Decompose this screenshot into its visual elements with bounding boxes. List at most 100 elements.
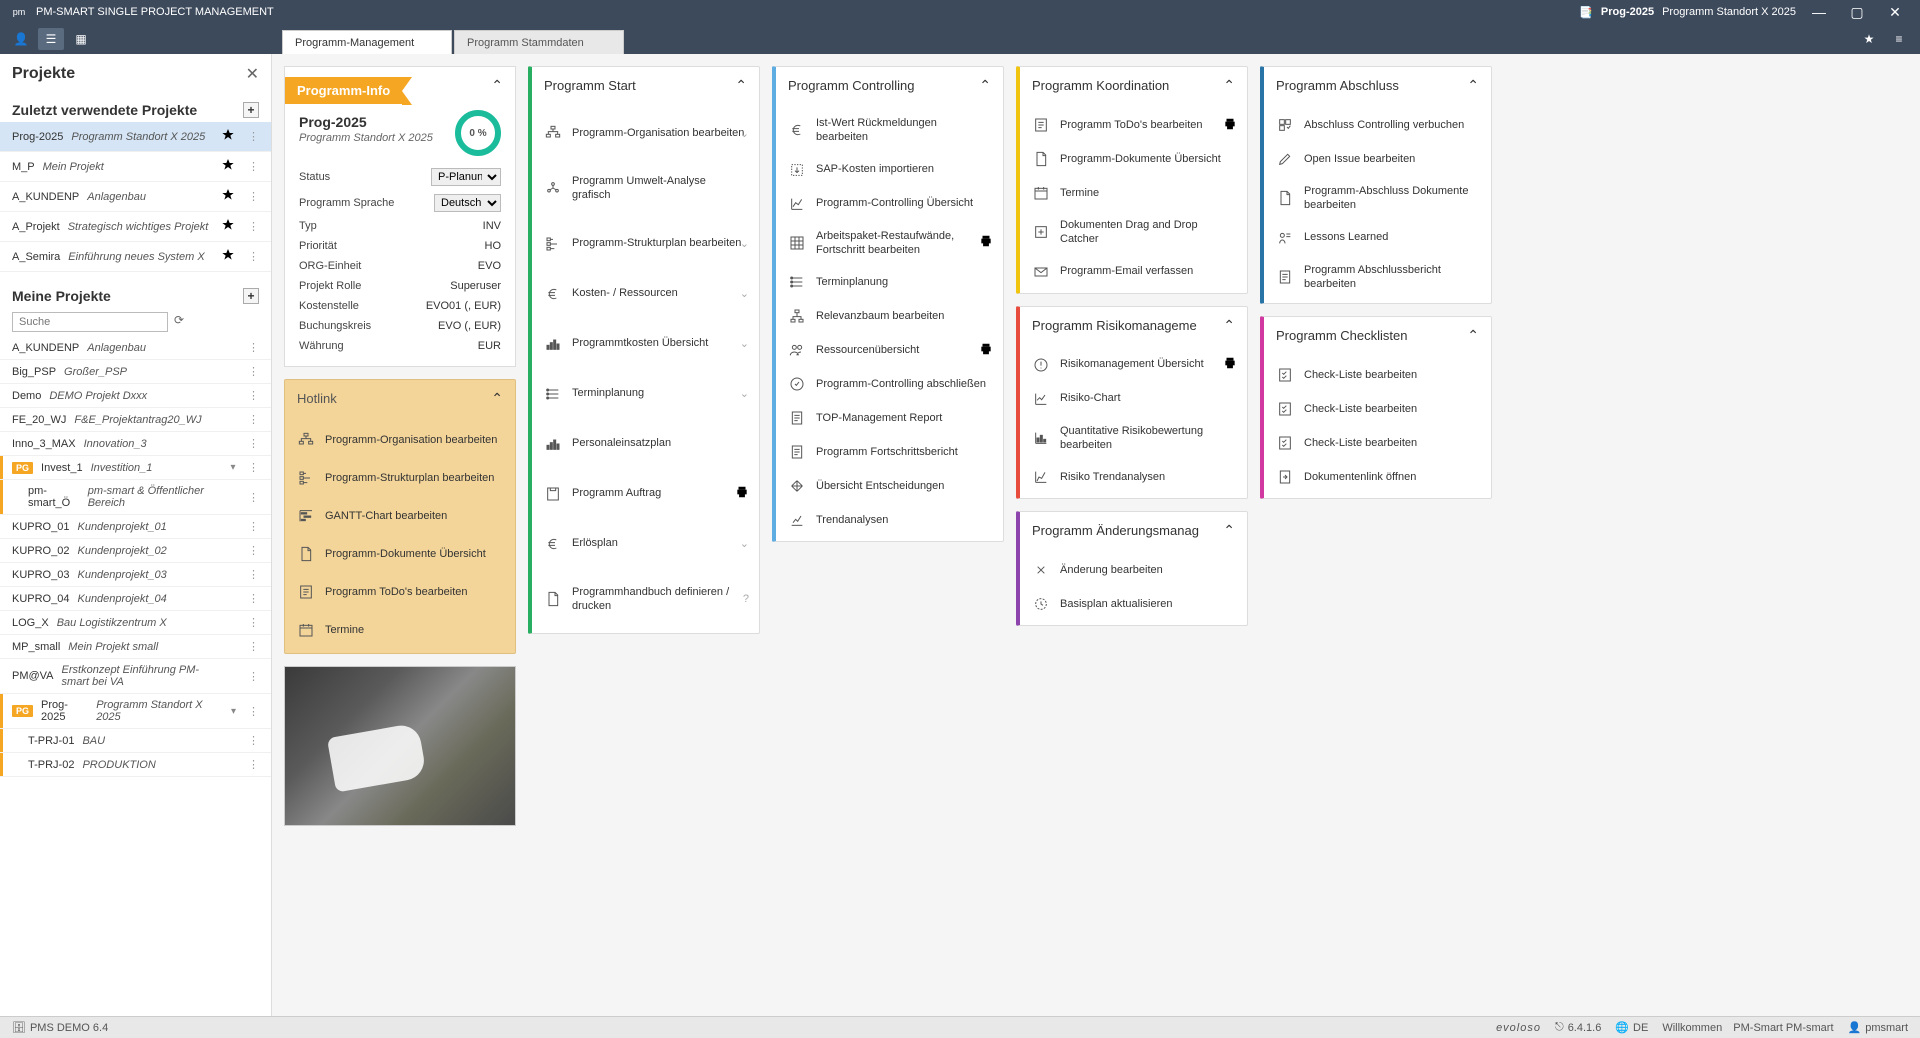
card-item[interactable]: Risikomanagement Übersicht bbox=[1020, 348, 1247, 382]
card-item[interactable]: Erlösplan⌄ bbox=[532, 519, 759, 569]
chevron-down-icon[interactable]: ⌄ bbox=[740, 537, 749, 550]
chevron-down-icon[interactable]: ⌄ bbox=[740, 337, 749, 350]
card-item[interactable]: Programmtkosten Übersicht⌄ bbox=[532, 319, 759, 369]
mine-project-item[interactable]: PGProg-2025 Programm Standort X 2025▾⋮ bbox=[0, 694, 271, 729]
card-item[interactable]: Terminplanung bbox=[776, 265, 1003, 299]
card-item[interactable]: Check-Liste bearbeiten bbox=[1264, 392, 1491, 426]
card-item[interactable]: Open Issue bearbeiten bbox=[1264, 142, 1491, 176]
card-collapse-icon[interactable]: ⌃ bbox=[1223, 317, 1235, 334]
card-item[interactable]: Dokumenten Drag and Drop Catcher bbox=[1020, 210, 1247, 255]
hotlink-item[interactable]: GANTT-Chart bearbeiten bbox=[285, 497, 515, 535]
card-item[interactable]: Dokumentenlink öffnen bbox=[1264, 460, 1491, 494]
sidebar-close-icon[interactable]: ✕ bbox=[246, 64, 259, 84]
card-item[interactable]: Trendanalysen bbox=[776, 503, 1003, 537]
chevron-down-icon[interactable]: ⌄ bbox=[740, 237, 749, 250]
card-item[interactable]: Programm-Email verfassen bbox=[1020, 255, 1247, 289]
info-select[interactable]: Deutsch bbox=[434, 194, 501, 212]
card-item[interactable]: Check-Liste bearbeiten bbox=[1264, 358, 1491, 392]
card-item[interactable]: Arbeitspaket-Restaufwände, Fortschritt b… bbox=[776, 221, 1003, 266]
star-icon[interactable] bbox=[220, 127, 236, 146]
mine-project-item[interactable]: Demo DEMO Projekt Dxxx⋮ bbox=[0, 384, 271, 408]
card-collapse-icon[interactable]: ⌃ bbox=[1467, 77, 1479, 94]
expand-icon[interactable]: ▾ bbox=[226, 462, 240, 473]
mine-project-item[interactable]: MP_small Mein Projekt small⋮ bbox=[0, 635, 271, 659]
close-button[interactable]: ✕ bbox=[1880, 4, 1910, 21]
mine-project-item[interactable]: PGInvest_1 Investition_1▾⋮ bbox=[0, 456, 271, 480]
mine-project-item[interactable]: KUPRO_04 Kundenprojekt_04⋮ bbox=[0, 587, 271, 611]
mine-project-item[interactable]: PM@VA Erstkonzept Einführung PM-smart be… bbox=[0, 659, 271, 694]
menu-button[interactable]: ≡ bbox=[1886, 28, 1912, 50]
mine-project-item[interactable]: A_KUNDENP Anlagenbau⋮ bbox=[0, 336, 271, 360]
star-icon[interactable] bbox=[220, 187, 236, 206]
info-collapse-icon[interactable]: ⌃ bbox=[491, 67, 503, 94]
card-item[interactable]: Basisplan aktualisieren bbox=[1020, 587, 1247, 621]
hotlink-item[interactable]: Programm-Strukturplan bearbeiten bbox=[285, 459, 515, 497]
print-icon[interactable] bbox=[1223, 356, 1237, 373]
search-input[interactable] bbox=[12, 312, 168, 332]
recent-project-item[interactable]: A_Semira Einführung neues System X⋮ bbox=[0, 242, 271, 272]
hotlink-item[interactable]: Programm-Organisation bearbeiten bbox=[285, 421, 515, 459]
card-item[interactable]: Programm-Organisation bearbeiten⌄ bbox=[532, 108, 759, 158]
mine-add-button[interactable]: + bbox=[243, 288, 259, 304]
mine-project-item[interactable]: KUPRO_03 Kundenprojekt_03⋮ bbox=[0, 563, 271, 587]
mine-project-item[interactable]: T-PRJ-01 BAU⋮ bbox=[0, 729, 271, 753]
card-collapse-icon[interactable]: ⌃ bbox=[735, 77, 747, 94]
card-item[interactable]: SAP-Kosten importieren bbox=[776, 153, 1003, 187]
card-item[interactable]: Programmhandbuch definieren / drucken? bbox=[532, 569, 759, 630]
print-icon[interactable] bbox=[979, 234, 993, 251]
card-item[interactable]: Ressourcenübersicht bbox=[776, 333, 1003, 367]
card-item[interactable]: Programm-Abschluss Dokumente bearbeiten bbox=[1264, 176, 1491, 221]
card-item[interactable]: Programm-Dokumente Übersicht bbox=[1020, 142, 1247, 176]
card-item[interactable]: Abschluss Controlling verbuchen bbox=[1264, 108, 1491, 142]
mine-project-item[interactable]: pm-smart_Ö pm-smart & Öffentlicher Berei… bbox=[0, 480, 271, 515]
mine-project-item[interactable]: FE_20_WJ F&E_Projektantrag20_WJ⋮ bbox=[0, 408, 271, 432]
expand-icon[interactable]: ▾ bbox=[227, 706, 240, 717]
card-collapse-icon[interactable]: ⌃ bbox=[1223, 77, 1235, 94]
recent-project-item[interactable]: Prog-2025 Programm Standort X 2025⋮ bbox=[0, 122, 271, 152]
card-item[interactable]: Check-Liste bearbeiten bbox=[1264, 426, 1491, 460]
chevron-down-icon[interactable]: ⌄ bbox=[740, 287, 749, 300]
card-item[interactable]: Ist-Wert Rückmeldungen bearbeiten bbox=[776, 108, 1003, 153]
print-icon[interactable] bbox=[735, 485, 749, 502]
card-item[interactable]: TOP-Management Report bbox=[776, 401, 1003, 435]
card-item[interactable]: Programm-Strukturplan bearbeiten⌄ bbox=[532, 219, 759, 269]
card-item[interactable]: Programm Fortschrittsbericht bbox=[776, 435, 1003, 469]
tab-programm-management[interactable]: Programm-Management bbox=[282, 30, 452, 54]
maximize-button[interactable]: ▢ bbox=[1842, 4, 1872, 21]
chevron-down-icon[interactable]: ⌄ bbox=[740, 127, 749, 140]
hotlink-item[interactable]: Programm-Dokumente Übersicht bbox=[285, 535, 515, 573]
card-item[interactable]: Programm ToDo's bearbeiten bbox=[1020, 108, 1247, 142]
hotlink-collapse-icon[interactable]: ⌃ bbox=[491, 390, 503, 407]
mine-project-item[interactable]: KUPRO_01 Kundenprojekt_01⋮ bbox=[0, 515, 271, 539]
list-view-button[interactable]: ☰ bbox=[38, 28, 64, 50]
card-item[interactable]: Quantitative Risikobewertung bearbeiten bbox=[1020, 416, 1247, 461]
card-item[interactable]: Risiko-Chart bbox=[1020, 382, 1247, 416]
mine-project-item[interactable]: LOG_X Bau Logistikzentrum X⋮ bbox=[0, 611, 271, 635]
card-item[interactable]: Programm-Controlling Übersicht bbox=[776, 187, 1003, 221]
help-icon[interactable]: ? bbox=[743, 593, 749, 605]
mine-project-item[interactable]: T-PRJ-02 PRODUKTION⋮ bbox=[0, 753, 271, 777]
card-item[interactable]: Termine bbox=[1020, 176, 1247, 210]
chevron-down-icon[interactable]: ⌄ bbox=[740, 387, 749, 400]
user-view-button[interactable]: 👤 bbox=[8, 28, 34, 50]
recent-project-item[interactable]: A_KUNDENP Anlagenbau⋮ bbox=[0, 182, 271, 212]
mine-project-item[interactable]: Inno_3_MAX Innovation_3⋮ bbox=[0, 432, 271, 456]
print-icon[interactable] bbox=[1223, 117, 1237, 134]
card-item[interactable]: Programm Umwelt-Analyse grafisch bbox=[532, 158, 759, 219]
card-item[interactable]: Änderung bearbeiten bbox=[1020, 553, 1247, 587]
card-item[interactable]: Programm Auftrag bbox=[532, 469, 759, 519]
card-collapse-icon[interactable]: ⌃ bbox=[1467, 327, 1479, 344]
card-item[interactable]: Risiko Trendanalysen bbox=[1020, 460, 1247, 494]
star-icon[interactable] bbox=[220, 217, 236, 236]
tab-programm-stammdaten[interactable]: Programm Stammdaten bbox=[454, 30, 624, 54]
recent-add-button[interactable]: + bbox=[243, 102, 259, 118]
card-item[interactable]: Kosten- / Ressourcen⌄ bbox=[532, 269, 759, 319]
print-icon[interactable] bbox=[979, 342, 993, 359]
card-item[interactable]: Relevanzbaum bearbeiten bbox=[776, 299, 1003, 333]
card-item[interactable]: Terminplanung⌄ bbox=[532, 369, 759, 419]
mine-project-item[interactable]: Big_PSP Großer_PSP⋮ bbox=[0, 360, 271, 384]
minimize-button[interactable]: — bbox=[1804, 4, 1834, 20]
grid-view-button[interactable]: ▦ bbox=[68, 28, 94, 50]
recent-project-item[interactable]: A_Projekt Strategisch wichtiges Projekt⋮ bbox=[0, 212, 271, 242]
star-icon[interactable] bbox=[220, 247, 236, 266]
